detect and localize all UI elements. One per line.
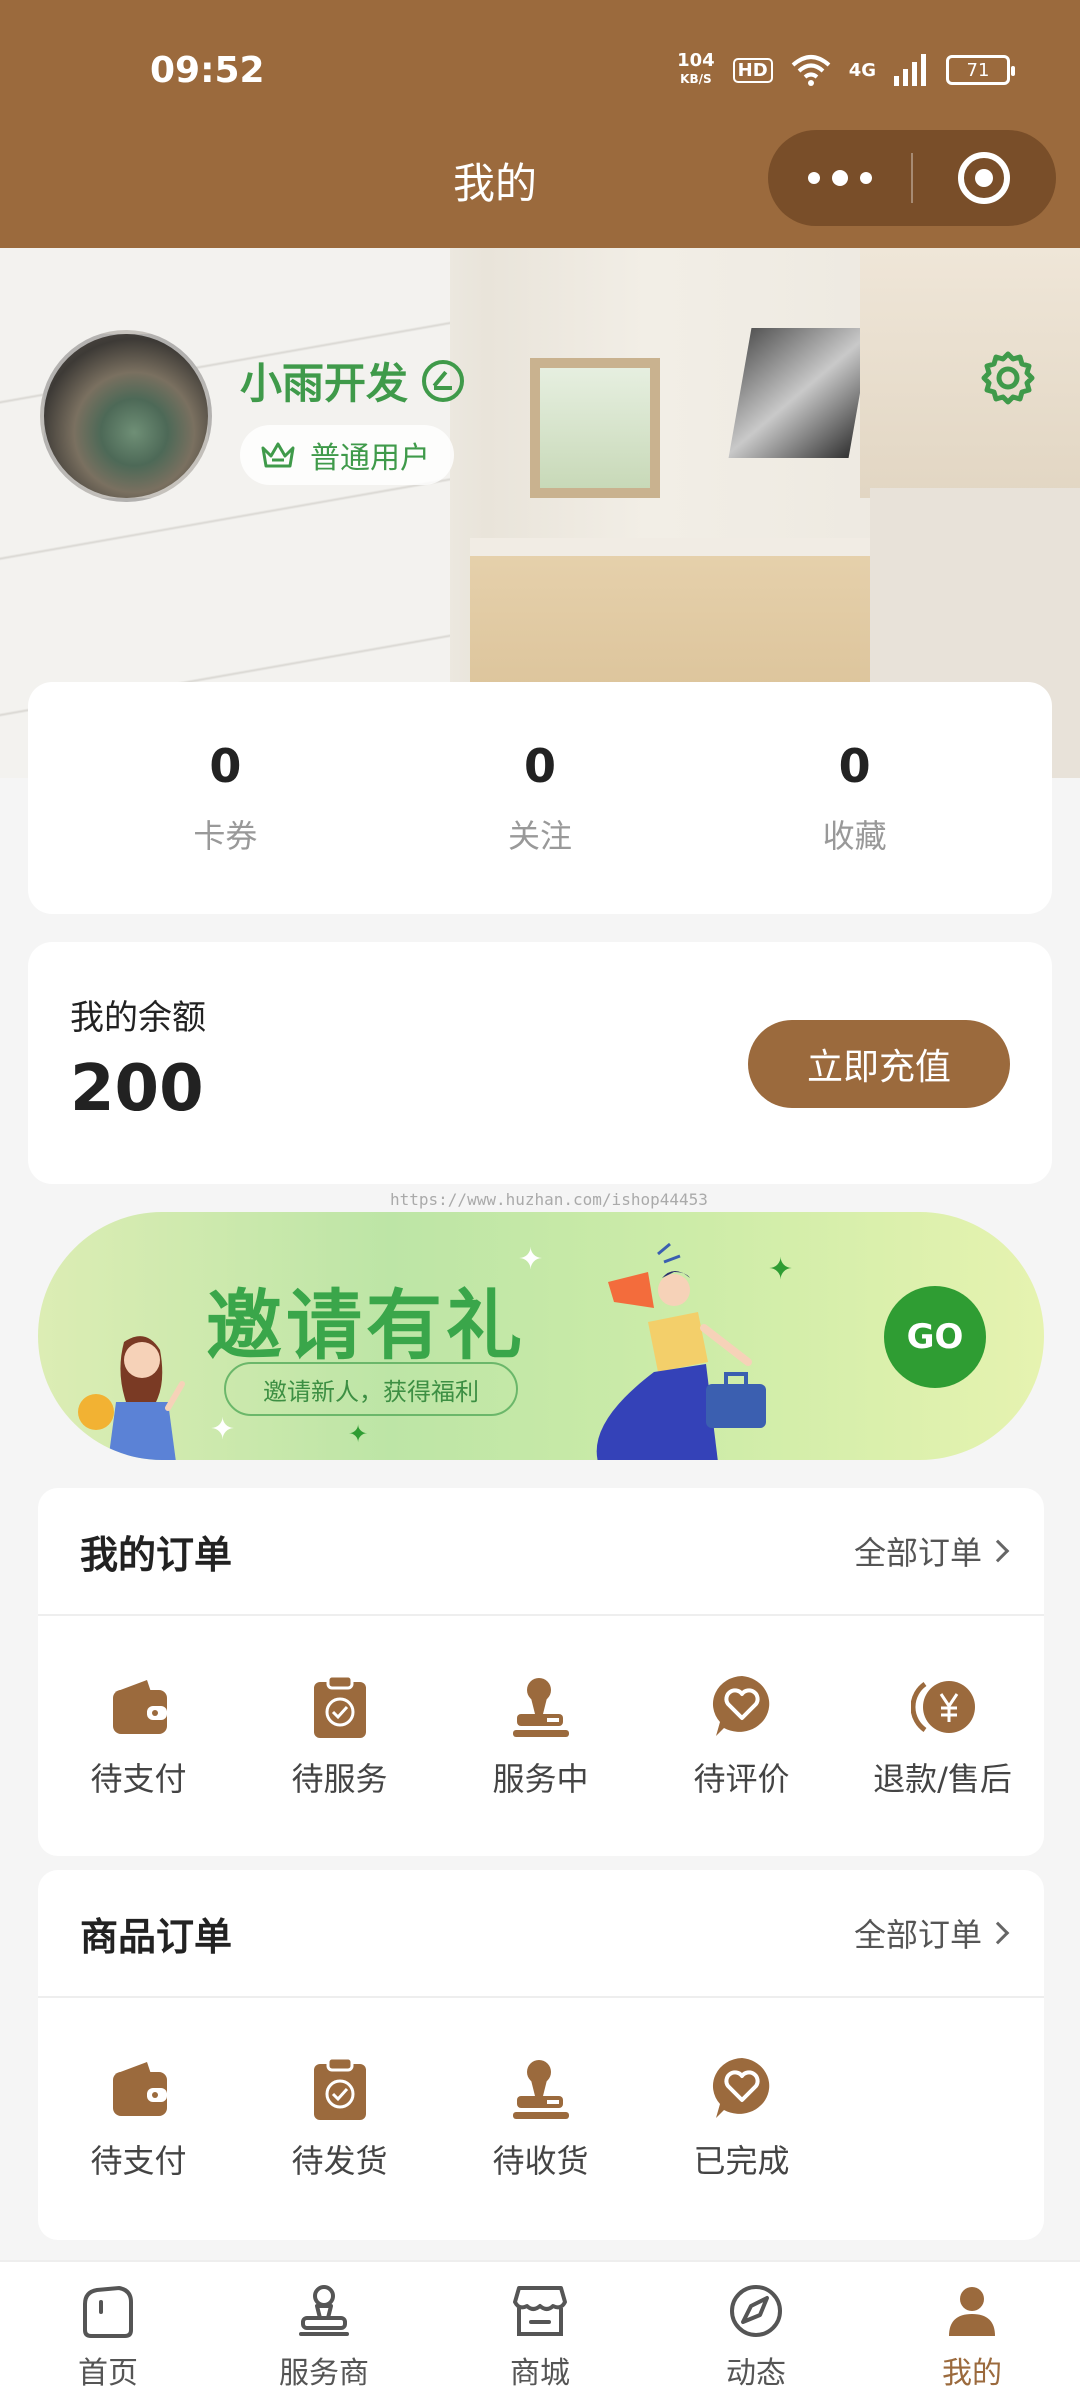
close-miniprogram-button[interactable] [913, 130, 1056, 226]
order-in-service[interactable]: 服务中 [440, 1674, 641, 1800]
signal-type: 4G [848, 59, 876, 81]
invite-title: 邀请有礼 [206, 1281, 526, 1370]
stats-card: 0 卡券 0 关注 0 收藏 [28, 682, 1052, 914]
tab-home[interactable]: 首页 [0, 2262, 216, 2400]
battery-icon: 71 [946, 55, 1015, 85]
tab-mine[interactable]: 我的 [864, 2262, 1080, 2400]
order-pending-payment[interactable]: 待支付 [38, 1674, 239, 1800]
stamp-icon [512, 2060, 569, 2119]
goods-orders-card: 商品订单 全部订单 待支付 待发货 待收货 已完成 [38, 1870, 1044, 2240]
sparkle-icon: ✦ [518, 1242, 544, 1277]
goods-orders-title: 商品订单 [80, 1914, 233, 1959]
invite-banner[interactable]: 邀请有礼 邀请新人，获得福利 ✦ ✦ ✦ ✦ GO [38, 1212, 1044, 1460]
balance-label: 我的余额 [70, 998, 206, 1038]
goods-completed[interactable]: 已完成 [641, 2056, 842, 2182]
edit-icon[interactable] [422, 359, 465, 402]
goods-pending-receipt[interactable]: 待收货 [440, 2056, 641, 2182]
go-button[interactable]: GO [884, 1286, 986, 1388]
wifi-icon [791, 55, 831, 86]
home-icon [83, 2285, 133, 2338]
network-speed: 104 KB/S [677, 50, 715, 87]
bottom-tab-bar: 首页 服务商 商城 动态 我的 [0, 2260, 1080, 2400]
sparkle-icon: ✦ [210, 1412, 236, 1447]
heart-chat-icon [712, 1676, 769, 1736]
more-menu-button[interactable] [768, 130, 911, 226]
clipboard-check-icon [313, 1674, 366, 1738]
status-icons: 104 KB/S HD 4G 71 [677, 50, 1015, 90]
username: 小雨开发 [240, 359, 409, 408]
sparkle-icon: ✦ [348, 1420, 369, 1448]
all-orders-link[interactable]: 全部订单 [854, 1528, 1010, 1574]
wallet-icon [112, 2062, 167, 2116]
hd-icon: HD [732, 57, 773, 83]
provider-icon [299, 2285, 349, 2336]
watermark: https://www.huzhan.com/ishop44453 [390, 1190, 708, 1209]
gear-icon[interactable] [980, 350, 1036, 406]
crown-icon [261, 442, 295, 468]
member-level-badge: 普通用户 [240, 425, 454, 485]
user-icon [949, 2287, 995, 2336]
stat-following[interactable]: 0 关注 [383, 682, 698, 914]
username-row[interactable]: 小雨开发 [240, 350, 465, 411]
balance-amount: 200 [70, 1052, 204, 1126]
stat-coupons[interactable]: 0 卡券 [68, 682, 383, 914]
my-orders-title: 我的订单 [80, 1532, 233, 1577]
target-icon [958, 152, 1011, 204]
man-megaphone-illustration [596, 1242, 766, 1460]
refund-yen-icon [910, 1681, 975, 1733]
sparkle-icon: ✦ [768, 1252, 794, 1287]
order-refund-aftersale[interactable]: 退款/售后 [842, 1674, 1043, 1800]
goods-pending-payment[interactable]: 待支付 [38, 2056, 239, 2182]
avatar[interactable] [40, 330, 212, 502]
recharge-button[interactable]: 立即充值 [748, 1020, 1010, 1108]
member-level: 普通用户 [310, 441, 430, 476]
order-pending-review[interactable]: 待评价 [641, 1674, 842, 1800]
status-time: 09:52 [150, 50, 265, 91]
clipboard-check-icon [313, 2056, 366, 2120]
order-pending-service[interactable]: 待服务 [239, 1674, 440, 1800]
miniprogram-capsule [768, 130, 1056, 226]
invite-subtitle: 邀请新人，获得福利 [224, 1362, 518, 1416]
tab-providers[interactable]: 服务商 [216, 2262, 432, 2400]
tab-mall[interactable]: 商城 [432, 2262, 648, 2400]
all-goods-orders-link[interactable]: 全部订单 [854, 1910, 1010, 1956]
stamp-icon [512, 1678, 569, 1737]
heart-chat-icon [712, 2058, 769, 2118]
wallet-icon [112, 1680, 167, 1734]
top-bar: 09:52 104 KB/S HD 4G 71 我的 [0, 0, 1080, 248]
chevron-right-icon [986, 1921, 1010, 1945]
balance-card: 我的余额 200 立即充值 [28, 942, 1052, 1184]
chevron-right-icon [986, 1539, 1010, 1563]
girl-illustration [78, 1336, 185, 1460]
goods-pending-shipment[interactable]: 待发货 [239, 2056, 440, 2182]
my-orders-card: 我的订单 全部订单 待支付 待服务 服务中 待评价 退款/售后 [38, 1488, 1044, 1856]
shop-icon [513, 2286, 567, 2336]
tab-feed[interactable]: 动态 [648, 2262, 864, 2400]
compass-icon [730, 2285, 782, 2337]
signal-icon [894, 54, 926, 86]
stat-favorites[interactable]: 0 收藏 [697, 682, 1012, 914]
